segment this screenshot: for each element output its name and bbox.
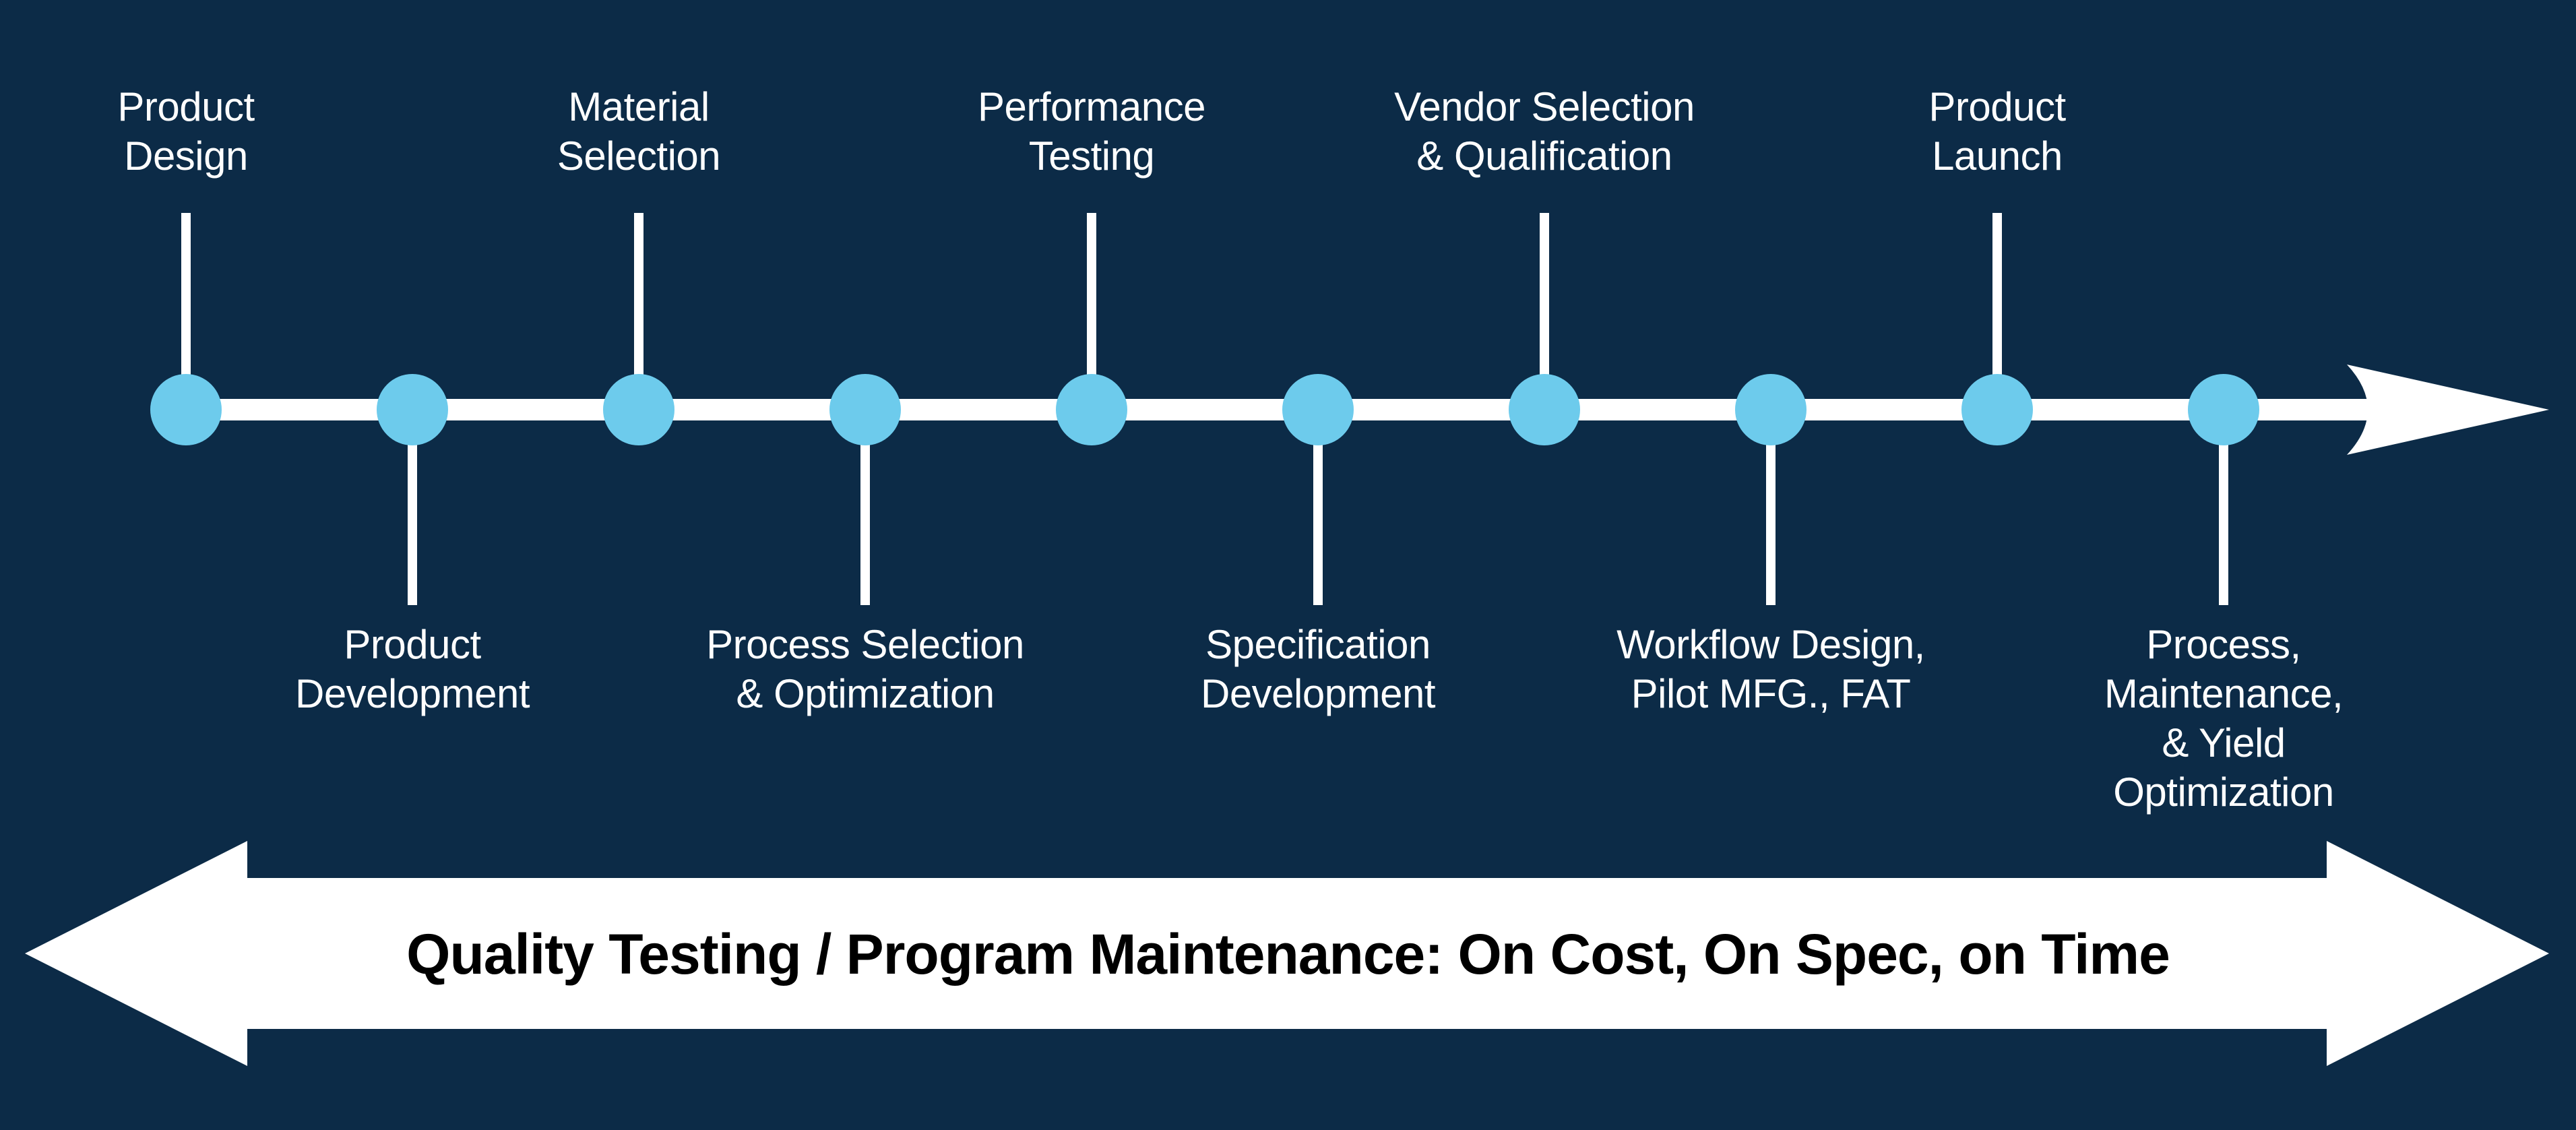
timeline-node-circle[interactable] xyxy=(1509,374,1580,445)
banner-label: Quality Testing / Program Maintenance: O… xyxy=(406,922,2170,986)
timeline-node-circle[interactable] xyxy=(1961,374,2033,445)
timeline-node-circle[interactable] xyxy=(1282,374,1354,445)
timeline-node-circle[interactable] xyxy=(377,374,448,445)
timeline-node-circle[interactable] xyxy=(1735,374,1807,445)
timeline-node-circle[interactable] xyxy=(2188,374,2259,445)
timeline-node-circle[interactable] xyxy=(829,374,901,445)
timeline-node-circle[interactable] xyxy=(603,374,674,445)
timeline-node-circle[interactable] xyxy=(1056,374,1127,445)
timeline-diagram: Product Design Product Development Materia… xyxy=(0,0,2576,1130)
timeline-node-circle[interactable] xyxy=(150,374,222,445)
